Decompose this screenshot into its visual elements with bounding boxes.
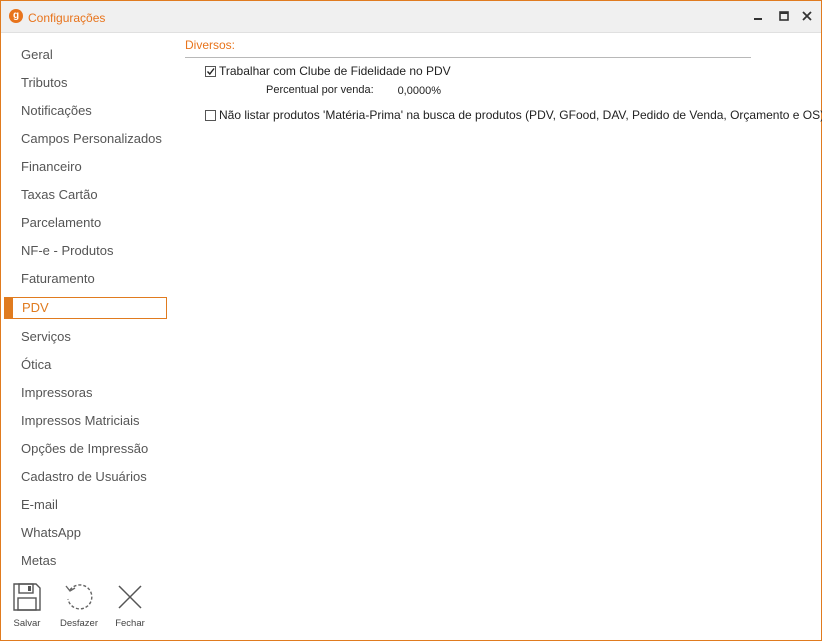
close-button[interactable]: Fechar <box>108 579 152 629</box>
bottom-toolbar: Salvar Desfazer Fechar <box>1 579 161 639</box>
undo-button[interactable]: Desfazer <box>57 579 101 629</box>
settings-sidebar: Geral Tributos Notificações Campos Perso… <box>1 41 173 575</box>
close-icon <box>802 11 812 21</box>
fidelidade-label: Trabalhar com Clube de Fidelidade no PDV <box>219 64 451 78</box>
settings-window: g Configurações Geral Tributos Notificaç… <box>0 0 822 641</box>
fidelidade-checkbox[interactable] <box>205 65 216 77</box>
app-logo-icon: g <box>9 9 23 23</box>
save-button[interactable]: Salvar <box>5 579 49 629</box>
sidebar-item-impressos-matriciais[interactable]: Impressos Matriciais <box>1 407 173 435</box>
sidebar-item-geral[interactable]: Geral <box>1 41 173 69</box>
close-label: Fechar <box>115 618 145 629</box>
section-divider <box>185 57 751 58</box>
sidebar-item-nfe-produtos[interactable]: NF-e - Produtos <box>1 237 173 265</box>
maximize-icon <box>779 11 789 21</box>
sidebar-item-pdv[interactable]: PDV <box>4 297 167 319</box>
minimize-icon <box>754 18 762 20</box>
pdv-settings-panel: Diversos: Trabalhar com Clube de Fidelid… <box>185 38 822 122</box>
sidebar-item-parcelamento[interactable]: Parcelamento <box>1 209 173 237</box>
sidebar-item-opcoes-impressao[interactable]: Opções de Impressão <box>1 435 173 463</box>
materia-prima-checkbox[interactable] <box>205 109 216 121</box>
undo-label: Desfazer <box>59 618 98 629</box>
maximize-button[interactable] <box>773 6 795 26</box>
minimize-button[interactable] <box>747 6 769 26</box>
sidebar-item-metas[interactable]: Metas <box>1 547 173 575</box>
percentual-label: Percentual por venda: <box>266 84 374 96</box>
save-icon <box>13 583 41 611</box>
close-window-button[interactable] <box>796 6 818 26</box>
sidebar-item-servicos[interactable]: Serviços <box>1 323 173 351</box>
sidebar-item-tributos[interactable]: Tributos <box>1 69 173 97</box>
sidebar-item-taxas-cartao[interactable]: Taxas Cartão <box>1 181 173 209</box>
sidebar-item-campos-personalizados[interactable]: Campos Personalizados <box>1 125 173 153</box>
window-title: Configurações <box>28 11 106 25</box>
sidebar-item-cadastro-usuarios[interactable]: Cadastro de Usuários <box>1 463 173 491</box>
title-bar: g Configurações <box>1 1 821 33</box>
undo-icon <box>65 584 93 610</box>
sidebar-item-otica[interactable]: Ótica <box>1 351 173 379</box>
fidelidade-checkbox-row[interactable]: Trabalhar com Clube de Fidelidade no PDV <box>205 64 451 78</box>
close-icon <box>118 585 142 609</box>
percentual-input[interactable]: 0,0000% <box>382 82 444 98</box>
checkmark-icon <box>206 67 215 75</box>
sidebar-item-faturamento[interactable]: Faturamento <box>1 265 173 293</box>
sidebar-item-notificacoes[interactable]: Notificações <box>1 97 173 125</box>
sidebar-item-financeiro[interactable]: Financeiro <box>1 153 173 181</box>
sidebar-item-label: PDV <box>22 300 49 315</box>
materia-prima-checkbox-row[interactable]: Não listar produtos 'Matéria-Prima' na b… <box>205 108 822 122</box>
sidebar-item-whatsapp[interactable]: WhatsApp <box>1 519 173 547</box>
sidebar-item-email[interactable]: E-mail <box>1 491 173 519</box>
save-label: Salvar <box>13 618 41 629</box>
section-title: Diversos: <box>185 38 236 52</box>
sidebar-item-impressoras[interactable]: Impressoras <box>1 379 173 407</box>
active-marker <box>4 297 13 319</box>
materia-prima-label: Não listar produtos 'Matéria-Prima' na b… <box>219 108 822 122</box>
